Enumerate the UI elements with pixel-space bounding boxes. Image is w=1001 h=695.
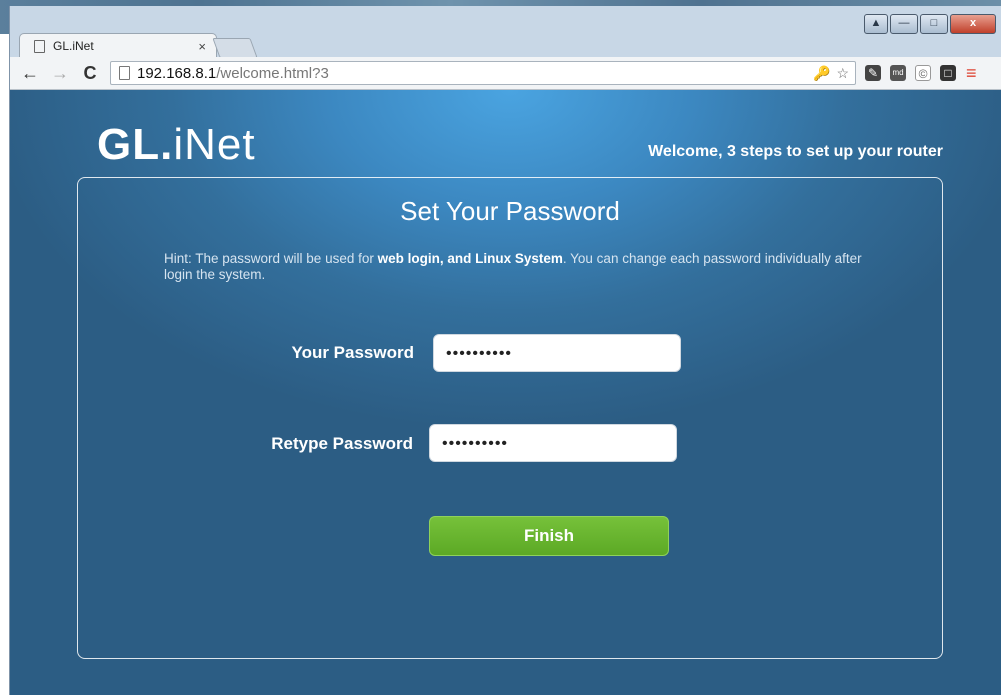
minimize-button[interactable]: — (890, 14, 918, 34)
hint-prefix: Hint: The password will be used for (164, 251, 378, 266)
setup-panel: Set Your Password Hint: The password wil… (77, 177, 943, 659)
back-icon[interactable]: ← (20, 63, 40, 84)
url-host: 192.168.8.1 (137, 64, 217, 82)
close-window-button[interactable]: x (950, 14, 996, 34)
hint-bold: web login, and Linux System (377, 251, 563, 266)
welcome-tagline: Welcome, 3 steps to set up your router (648, 143, 943, 160)
tab-title: GL.iNet (53, 39, 94, 53)
window-controls: ▲ — □ x (864, 14, 996, 34)
page-icon (119, 66, 130, 80)
gl-inet-logo: GL. iNet (97, 120, 256, 169)
extension-circle-icon[interactable]: © (915, 65, 931, 81)
new-tab-button[interactable] (212, 38, 258, 58)
password-field[interactable]: •••••••••• (433, 334, 681, 372)
tab-close-icon[interactable]: × (198, 39, 206, 54)
evernote-extension-icon[interactable]: ✎ (865, 65, 881, 81)
logo-inet: iNet (173, 120, 256, 169)
bookmark-star-icon[interactable]: ☆ (836, 65, 849, 82)
page-content: GL. iNet Welcome, 3 steps to set up your … (10, 90, 1001, 695)
browser-menu-icon[interactable]: ≡ (966, 63, 977, 84)
tab-gl-inet[interactable]: GL.iNet × (19, 33, 217, 58)
browser-toolbar: ← → C 192.168.8.1/welcome.html?3 🔑 ☆ ✎ m… (10, 57, 1001, 90)
retype-password-field[interactable]: •••••••••• (429, 424, 677, 462)
hint-text: Hint: The password will be used for web … (164, 251, 864, 283)
address-bar[interactable]: 192.168.8.1/welcome.html?3 🔑 ☆ (110, 61, 856, 85)
key-icon[interactable]: 🔑 (813, 65, 830, 82)
logo-gl: GL. (97, 120, 174, 169)
finish-button[interactable]: Finish (429, 516, 669, 556)
page-icon (34, 39, 45, 53)
user-icon[interactable]: ▲ (864, 14, 888, 34)
reload-icon[interactable]: C (80, 63, 100, 84)
retype-password-label: Retype Password (271, 434, 413, 453)
extension-icon[interactable]: md (890, 65, 906, 81)
url-path: /welcome.html?3 (216, 64, 329, 82)
forward-icon[interactable]: → (50, 63, 70, 84)
page-title: Set Your Password (400, 196, 620, 226)
extension-box-icon[interactable]: □ (940, 65, 956, 81)
password-label: Your Password (291, 343, 415, 362)
maximize-button[interactable]: □ (920, 14, 948, 34)
